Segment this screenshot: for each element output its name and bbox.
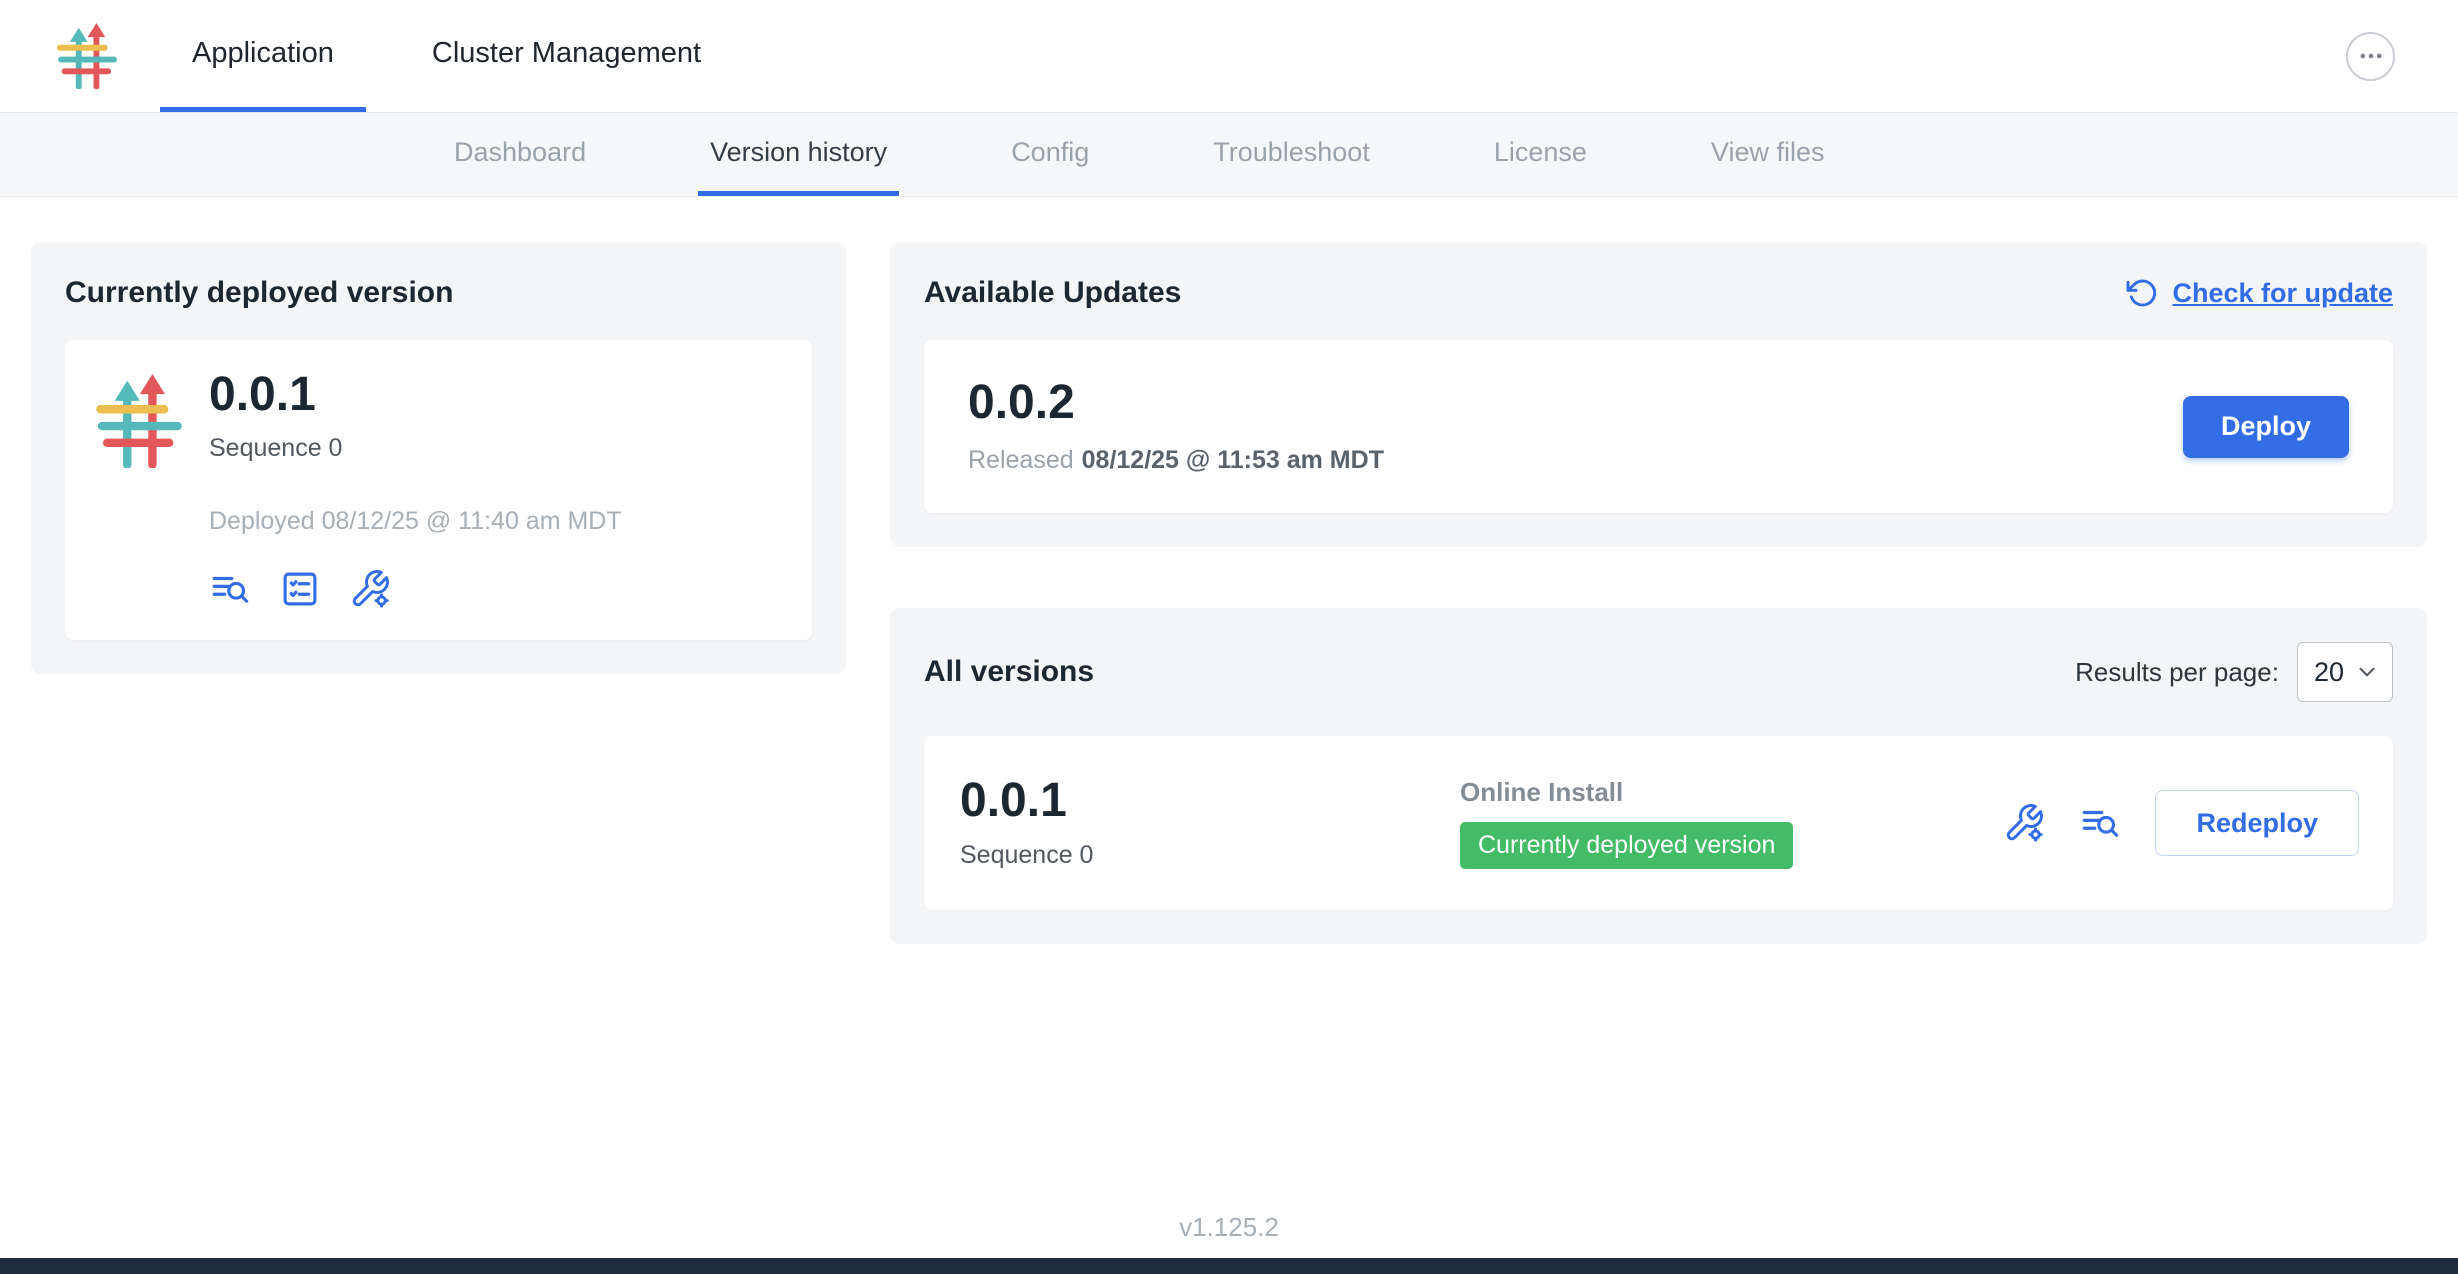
current-version-sequence: Sequence 0 <box>209 434 622 463</box>
top-nav-spacer <box>767 0 2346 112</box>
all-versions-card: All versions Results per page: 20 <box>890 608 2427 943</box>
update-details: 0.0.2 Released 08/12/25 @ 11:53 am MDT <box>968 378 1384 475</box>
tab-config[interactable]: Config <box>999 113 1101 196</box>
check-for-update-label: Check for update <box>2172 278 2393 309</box>
ellipsis-icon <box>2357 42 2385 70</box>
deployed-status-badge: Currently deployed version <box>1460 822 1793 869</box>
current-version-actions <box>209 568 622 610</box>
main-content: Currently deployed version 0.0.1 Sequenc… <box>0 197 2458 1196</box>
edit-config-icon[interactable] <box>349 568 391 610</box>
results-per-page-value: 20 <box>2314 657 2344 688</box>
top-nav: Application Cluster Management <box>0 0 2458 113</box>
preflight-checks-icon[interactable] <box>279 568 321 610</box>
top-nav-tabs: Application Cluster Management <box>160 0 767 112</box>
install-type-label: Online Install <box>1460 777 2003 808</box>
all-versions-header: All versions Results per page: 20 <box>924 642 2393 702</box>
all-versions-title: All versions <box>924 655 1094 689</box>
page-footer: v1.125.2 <box>0 1196 2458 1274</box>
released-date: 08/12/25 @ 11:53 am MDT <box>1082 446 1384 474</box>
tab-view-files[interactable]: View files <box>1699 113 1837 196</box>
chevron-down-icon <box>2354 659 2380 685</box>
refresh-icon <box>2126 277 2158 309</box>
results-per-page-label: Results per page: <box>2075 657 2279 688</box>
released-label: Released <box>968 446 1074 474</box>
app-logo-icon <box>56 0 118 112</box>
row-version-number: 0.0.1 <box>960 776 1460 826</box>
right-column: Available Updates Check for update 0.0.2 <box>890 242 2427 944</box>
results-per-page: Results per page: 20 <box>2075 642 2393 702</box>
current-version-card: Currently deployed version 0.0.1 Sequenc… <box>31 242 846 674</box>
current-version-number: 0.0.1 <box>209 370 622 420</box>
update-row: 0.0.2 Released 08/12/25 @ 11:53 am MDT De… <box>924 340 2393 513</box>
available-updates-header: Available Updates Check for update <box>924 276 2393 310</box>
available-updates-title: Available Updates <box>924 276 1181 310</box>
console-version: v1.125.2 <box>1179 1212 1279 1243</box>
released-timestamp: Released 08/12/25 @ 11:53 am MDT <box>968 446 1384 475</box>
release-notes-icon[interactable] <box>209 568 251 610</box>
current-version-details: 0.0.1 Sequence 0 Deployed 08/12/25 @ 11:… <box>209 370 622 610</box>
tab-license[interactable]: License <box>1482 113 1599 196</box>
redeploy-button[interactable]: Redeploy <box>2155 790 2359 856</box>
app-logo-icon <box>95 370 183 610</box>
current-version-title: Currently deployed version <box>65 276 812 310</box>
update-version-number: 0.0.2 <box>968 378 1384 428</box>
tab-application[interactable]: Application <box>160 0 366 112</box>
app-sub-nav: Dashboard Version history Config Trouble… <box>0 113 2458 197</box>
version-row-actions: Redeploy <box>2003 790 2363 856</box>
tab-troubleshoot[interactable]: Troubleshoot <box>1201 113 1382 196</box>
version-row-status: Online Install Currently deployed versio… <box>1460 777 2003 869</box>
tab-cluster-management[interactable]: Cluster Management <box>400 0 733 112</box>
current-version-panel: 0.0.1 Sequence 0 Deployed 08/12/25 @ 11:… <box>65 340 812 640</box>
edit-config-icon[interactable] <box>2003 802 2045 844</box>
version-row-details: 0.0.1 Sequence 0 <box>960 776 1460 869</box>
row-version-sequence: Sequence 0 <box>960 841 1460 870</box>
release-notes-icon[interactable] <box>2079 802 2121 844</box>
check-for-update-link[interactable]: Check for update <box>2126 277 2393 309</box>
deploy-button[interactable]: Deploy <box>2183 396 2349 458</box>
bottom-bar <box>0 1258 2458 1274</box>
tab-version-history[interactable]: Version history <box>698 113 899 196</box>
overflow-menu-button[interactable] <box>2346 32 2395 81</box>
tab-dashboard[interactable]: Dashboard <box>442 113 598 196</box>
deployed-timestamp: Deployed 08/12/25 @ 11:40 am MDT <box>209 507 622 536</box>
available-updates-card: Available Updates Check for update 0.0.2 <box>890 242 2427 547</box>
results-per-page-select[interactable]: 20 <box>2297 642 2393 702</box>
version-row: 0.0.1 Sequence 0 Online Install Currentl… <box>924 736 2393 909</box>
